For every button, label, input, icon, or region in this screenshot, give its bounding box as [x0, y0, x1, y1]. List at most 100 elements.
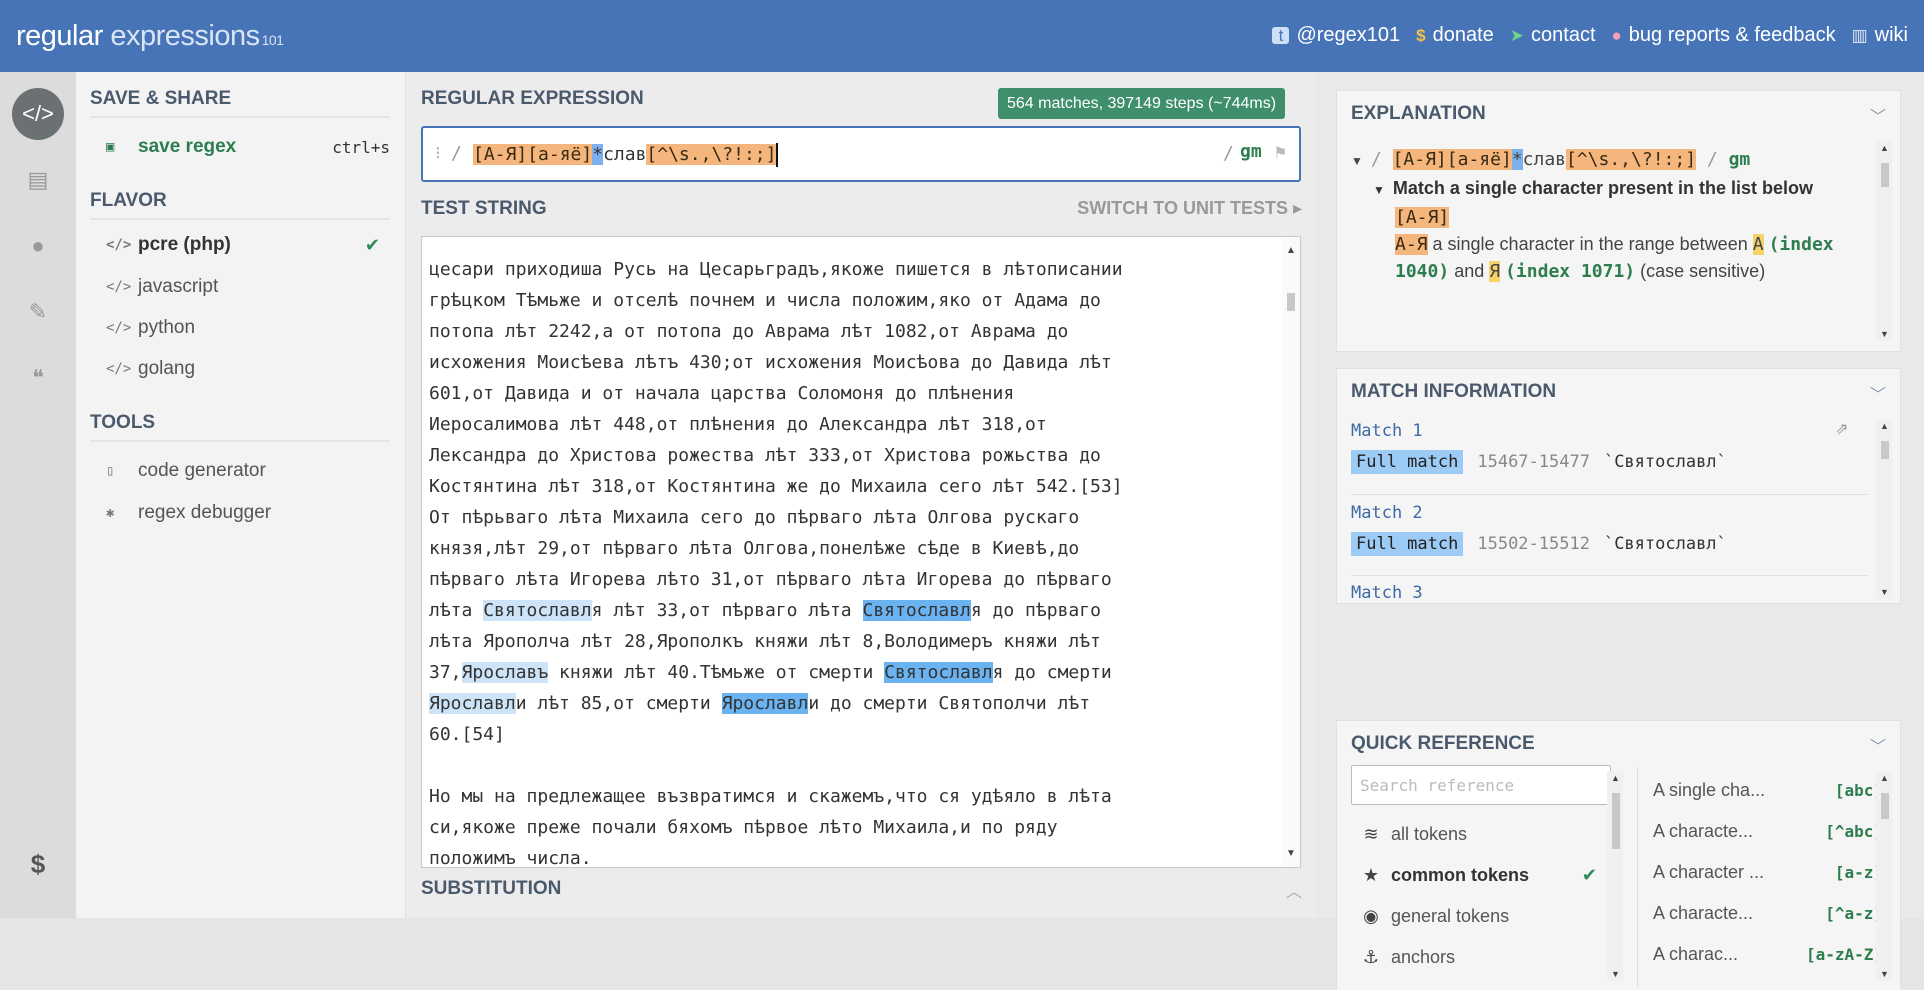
scroll-down-icon[interactable]: ▼: [1880, 587, 1889, 597]
text-line: положимъ числа.: [429, 848, 592, 868]
text-segment: я до смерти: [992, 662, 1112, 683]
match-highlight[interactable]: Ярославъ: [461, 662, 549, 683]
bug-report-link[interactable]: ● bug reports & feedback: [1612, 24, 1836, 47]
chat-button[interactable]: ❝: [12, 352, 64, 404]
test-scrollbar[interactable]: ▲ ▼: [1282, 237, 1300, 867]
reference-search-input[interactable]: Search reference: [1351, 765, 1611, 805]
scroll-thumb[interactable]: [1287, 293, 1295, 311]
class-token: [А-Я]: [1395, 207, 1450, 228]
text-cursor: [776, 143, 779, 167]
regex-flags[interactable]: gm: [1240, 141, 1262, 162]
left-panel: SAVE & SHARE ▣ save regex ctrl+s FLAVOR …: [76, 72, 406, 918]
divider: [1351, 575, 1869, 576]
flag-icon[interactable]: ⚑: [1275, 142, 1286, 163]
qr-category-anchors[interactable]: ⚓ anchors: [1351, 942, 1601, 972]
scroll-down-icon[interactable]: ▼: [1880, 969, 1889, 979]
logo[interactable]: regular expressions 101: [16, 20, 284, 53]
full-match-badge: Full match: [1351, 450, 1464, 474]
text-line: князя,лѣт 29,от пѣрваго лѣта Олгова,поне…: [429, 538, 1080, 559]
flavor-label: golang: [138, 358, 196, 379]
match-scrollbar[interactable]: ▲ ▼: [1876, 419, 1892, 599]
twitter-link[interactable]: t @regex101: [1272, 24, 1400, 47]
scroll-up-icon[interactable]: ▲: [1286, 245, 1296, 256]
twitter-icon: t: [1272, 27, 1290, 44]
settings-button[interactable]: ✎: [12, 286, 64, 338]
caret-down-icon[interactable]: ▼: [1373, 183, 1385, 197]
scroll-down-icon[interactable]: ▼: [1880, 329, 1889, 339]
editor-button[interactable]: </>: [12, 88, 64, 140]
scroll-thumb[interactable]: [1612, 793, 1620, 849]
flavor-golang[interactable]: </> golang: [106, 354, 394, 384]
qr-token: [^a-z]: [1825, 903, 1883, 923]
match-highlight[interactable]: Святославл: [862, 600, 971, 621]
text-line: 601,от Давида и от начала царства Соломо…: [429, 383, 1015, 404]
category-scrollbar[interactable]: ▲ ▼: [1607, 771, 1623, 981]
chevron-down-icon[interactable]: ﹀: [1870, 381, 1886, 405]
match-item[interactable]: Match 2 Full match 15502-15512 `Святославл…: [1351, 503, 1861, 556]
chevron-down-icon[interactable]: ﹀: [1870, 733, 1886, 757]
text-segment: княжи лѣт 40.Тѣмьже от смерти: [548, 662, 885, 683]
chevron-down-icon[interactable]: ﹀: [1870, 103, 1886, 127]
explanation-scrollbar[interactable]: ▲ ▼: [1876, 141, 1892, 341]
scroll-up-icon[interactable]: ▲: [1880, 421, 1889, 431]
qr-token-row[interactable]: A charac... [a-zA-Z]: [1653, 939, 1883, 969]
qr-category-general[interactable]: ◉ general tokens: [1351, 901, 1601, 931]
match-label: Match 3: [1351, 583, 1423, 603]
scroll-up-icon[interactable]: ▲: [1611, 773, 1620, 783]
share-icon[interactable]: ⇗: [1835, 419, 1848, 439]
substitution-title[interactable]: SUBSTITUTION: [421, 878, 561, 900]
token-scrollbar[interactable]: ▲ ▼: [1876, 771, 1892, 981]
explanation-root[interactable]: ▼ / [А-Я][а-яё]*слав[^\s.,\?!:;] / gm: [1351, 146, 1861, 175]
qr-token-row[interactable]: A single cha... [abc]: [1653, 775, 1883, 805]
flavor-python[interactable]: </> python: [106, 313, 394, 343]
test-string-editor[interactable]: цесари приходиша Русь на Цесарьградъ,яко…: [421, 236, 1301, 868]
qr-token-row[interactable]: A characte... [^abc]: [1653, 816, 1883, 846]
anchor-icon: ⚓: [1362, 946, 1380, 967]
caret-down-icon[interactable]: ▼: [1351, 154, 1363, 168]
regex-debugger-button[interactable]: ✱ regex debugger: [106, 498, 394, 528]
user-icon: ●: [31, 233, 45, 258]
flavor-javascript[interactable]: </> javascript: [106, 272, 394, 302]
match-item[interactable]: Match 1 Full match 15467-15477 `Святославл…: [1351, 421, 1861, 474]
match-info-card: MATCH INFORMATION ﹀ Match 1 Full match 15…: [1336, 368, 1901, 604]
regex-input[interactable]: ⁝ / [А-Я][а-яё]*слав[^\s.,\?!:;] / gm ⚑: [421, 126, 1301, 182]
contact-link[interactable]: ➤ contact: [1510, 24, 1596, 47]
regex-token-literal: слав: [603, 144, 647, 165]
flavor-label: python: [138, 317, 196, 338]
wiki-link[interactable]: ▥ wiki: [1852, 24, 1908, 47]
donate-link[interactable]: $ donate: [1416, 24, 1494, 47]
account-button[interactable]: ●: [12, 220, 64, 272]
match-item[interactable]: Match 3: [1351, 583, 1861, 603]
library-button[interactable]: ▤: [12, 154, 64, 206]
scroll-thumb[interactable]: [1881, 163, 1889, 187]
qr-token-row[interactable]: A character ... [a-z]: [1653, 857, 1883, 887]
scroll-up-icon[interactable]: ▲: [1880, 773, 1889, 783]
match-highlight[interactable]: Ярославл: [721, 693, 809, 714]
bug-icon: ●: [1611, 25, 1622, 45]
code-generator-button[interactable]: ▯ code generator: [106, 456, 394, 486]
match-highlight[interactable]: Святославл: [884, 662, 993, 683]
scroll-thumb[interactable]: [1881, 441, 1889, 459]
scroll-down-icon[interactable]: ▼: [1286, 848, 1296, 859]
sponsor-button[interactable]: $: [12, 838, 64, 890]
flavor-pcre[interactable]: </> pcre (php) ✔: [106, 230, 394, 260]
explanation-node-title[interactable]: ▼ Match a single character present in the…: [1373, 175, 1861, 204]
scroll-down-icon[interactable]: ▼: [1611, 969, 1620, 979]
from-char: А: [1752, 234, 1764, 255]
qr-category-common[interactable]: ★ common tokens ✔: [1351, 860, 1601, 890]
save-regex-button[interactable]: ▣ save regex ctrl+s: [106, 132, 394, 162]
close-delimiter: /: [1223, 143, 1234, 164]
chevron-up-icon[interactable]: ︿: [1286, 878, 1302, 902]
qr-category-all[interactable]: ≋ all tokens: [1351, 819, 1601, 849]
switch-unit-tests-link[interactable]: SWITCH TO UNIT TESTS ▸: [1077, 198, 1302, 219]
text-line: потопа лѣт 2242,а от потопа до Аврама лѣ…: [429, 321, 1069, 342]
regex-pattern[interactable]: [А-Я][а-яё]*слав[^\s.,\?!:;]: [473, 140, 779, 170]
explanation-tree: ▼ / [А-Я][а-яё]*слав[^\s.,\?!:;] / gm ▼ Ma…: [1351, 146, 1861, 285]
match-highlight[interactable]: Ярославл: [429, 693, 516, 714]
scroll-up-icon[interactable]: ▲: [1880, 143, 1889, 153]
qr-token-row[interactable]: A characte... [^a-z]: [1653, 898, 1883, 928]
scroll-thumb[interactable]: [1881, 793, 1889, 819]
drag-handle-icon[interactable]: ⁝: [435, 143, 441, 164]
match-highlight[interactable]: Святославл: [483, 600, 592, 621]
match-label: Match 1: [1351, 421, 1423, 441]
